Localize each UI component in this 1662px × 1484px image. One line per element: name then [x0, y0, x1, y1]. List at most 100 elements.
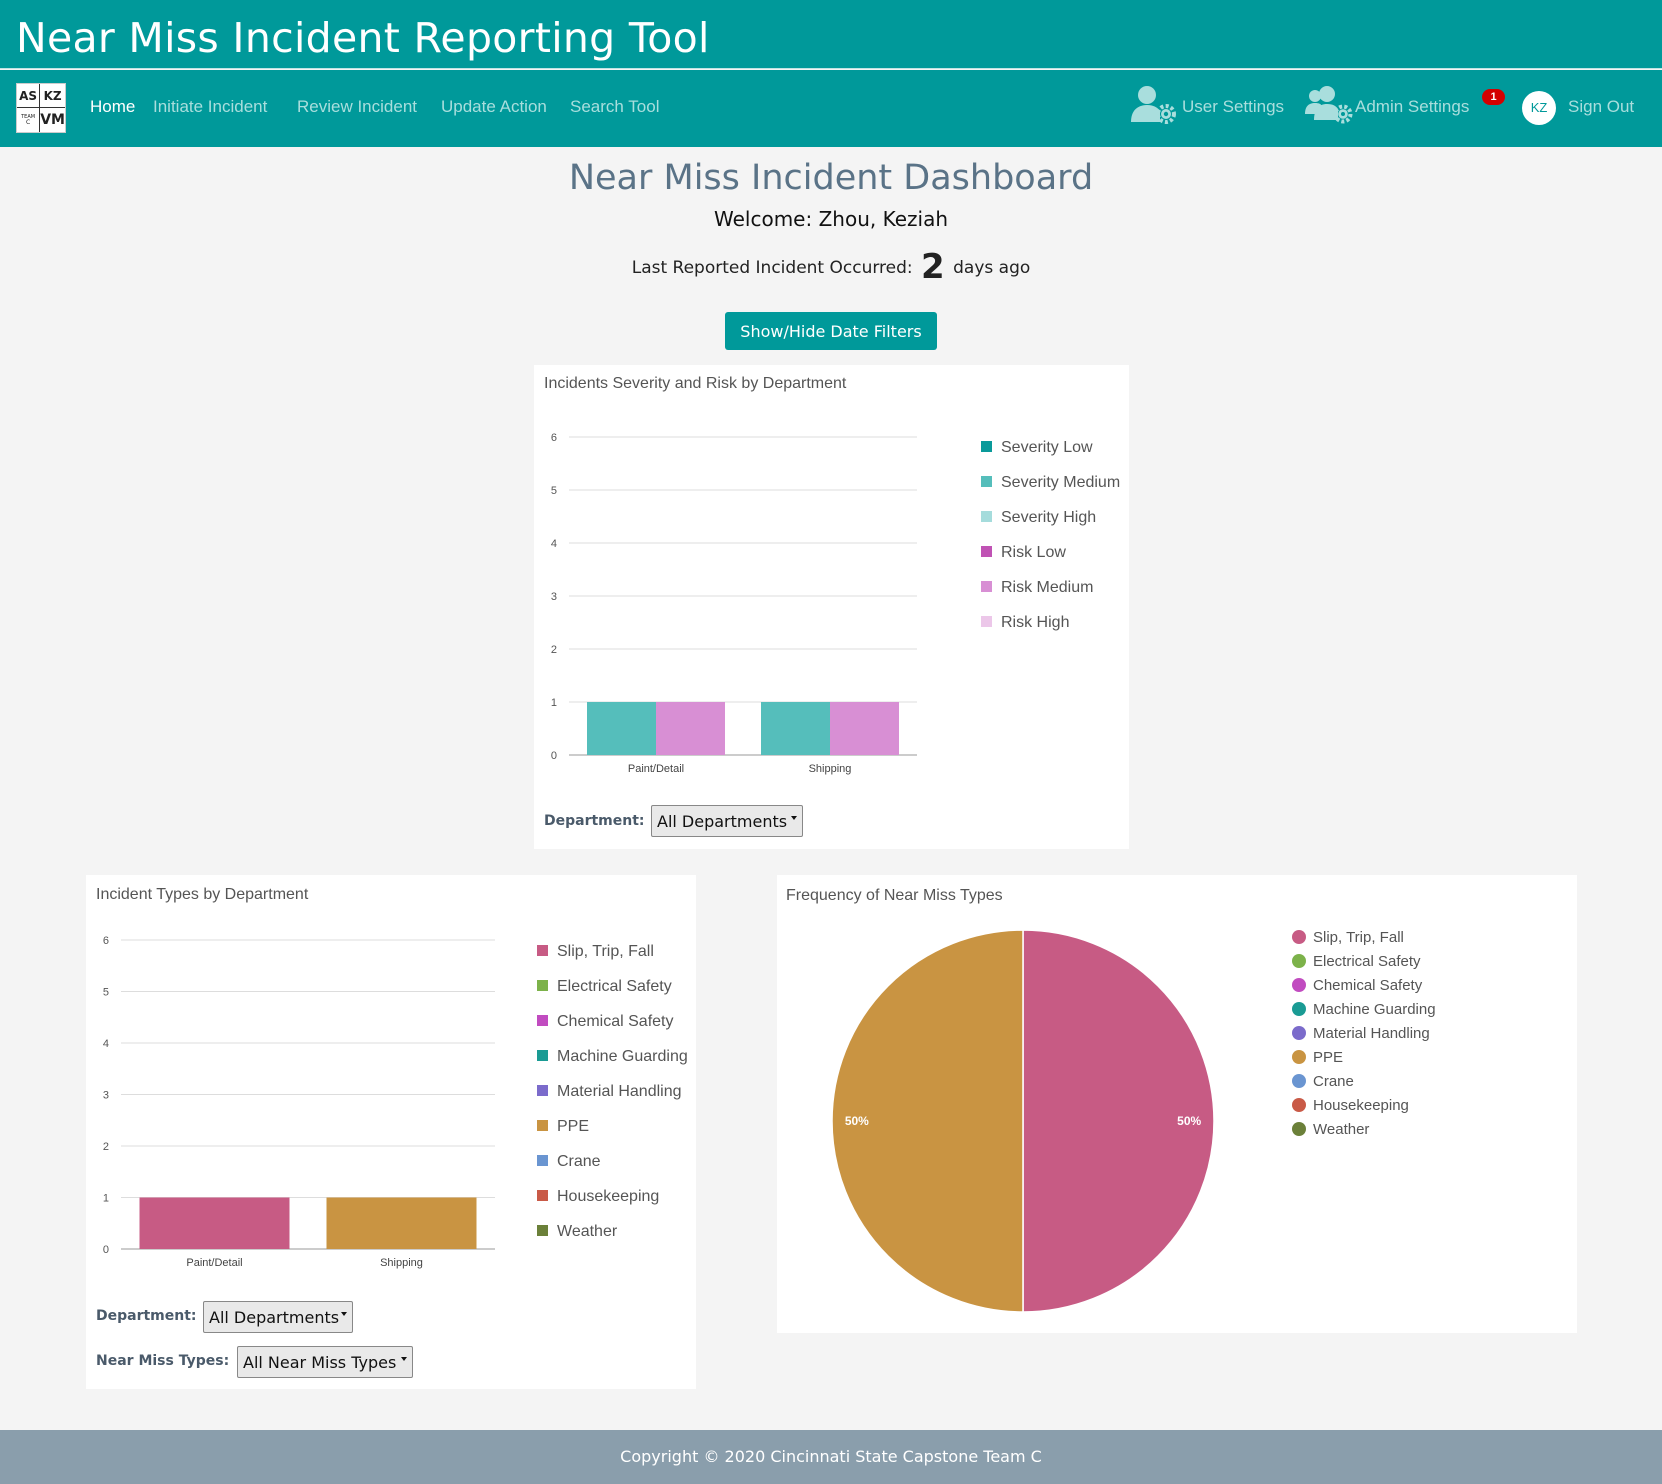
x-tick-label: Paint/Detail	[628, 763, 684, 775]
legend-label: Housekeeping	[1313, 1097, 1409, 1114]
app-title: Near Miss Incident Reporting Tool	[16, 14, 710, 62]
legend-swatch	[981, 476, 992, 487]
legend-label: Crane	[557, 1153, 601, 1170]
x-tick-label: Shipping	[809, 763, 852, 775]
legend-swatch	[981, 546, 992, 557]
nav-search-tool[interactable]: Search Tool	[570, 97, 659, 117]
department-select[interactable]: All Departments	[203, 1301, 353, 1333]
legend-swatch	[1292, 930, 1306, 944]
logo-cell-kz: KZ	[40, 84, 65, 108]
legend-label: Electrical Safety	[557, 978, 672, 995]
last-incident-days: 2	[921, 247, 945, 287]
near-miss-frequency-pie: 50% 50% Slip, Trip, Fall Electrical Safety C…	[831, 929, 1436, 1313]
y-tick-label: 2	[103, 1141, 109, 1153]
legend-swatch	[537, 980, 548, 991]
legend-label: Risk Medium	[1001, 579, 1093, 596]
department-select[interactable]: All Departments	[651, 805, 803, 837]
legend-label: Severity High	[1001, 509, 1096, 526]
nav-initiate-incident[interactable]: Initiate Incident	[153, 97, 267, 117]
navbar: AS KZ TEAM C VM Home Initiate Incident R…	[0, 70, 1662, 147]
legend-label: Machine Guarding	[1313, 1001, 1436, 1018]
logo-cell-team: TEAM C	[17, 108, 41, 132]
legend-label: Crane	[1313, 1073, 1354, 1090]
department-filter-label: Department:	[544, 813, 645, 829]
y-tick-label: 1	[103, 1193, 109, 1205]
nav-review-incident[interactable]: Review Incident	[297, 97, 417, 117]
legend-label: PPE	[1313, 1049, 1343, 1066]
x-tick-label: Paint/Detail	[186, 1257, 242, 1269]
y-tick-label: 3	[103, 1090, 109, 1102]
user-settings-link[interactable]: User Settings	[1182, 97, 1284, 117]
legend-swatch	[537, 1015, 548, 1026]
welcome-message: Welcome: Zhou, Keziah	[714, 207, 948, 231]
legend-swatch	[981, 441, 992, 452]
admin-notification-badge: 1	[1482, 89, 1505, 105]
severity-risk-card: Incidents Severity and Risk by Departmen…	[534, 365, 1129, 849]
legend-swatch	[1292, 1122, 1306, 1136]
y-tick-label: 0	[103, 1244, 109, 1256]
team-logo[interactable]: AS KZ TEAM C VM	[16, 83, 66, 133]
bar	[830, 702, 899, 755]
department-filter-label: Department:	[96, 1308, 197, 1324]
y-tick-label: 4	[551, 538, 557, 550]
user-settings-icon[interactable]	[1130, 84, 1178, 124]
legend-swatch	[1292, 954, 1306, 968]
legend-swatch	[981, 581, 992, 592]
last-incident-prefix: Last Reported Incident Occurred:	[631, 258, 913, 278]
legend-swatch	[1292, 1026, 1306, 1040]
last-incident-summary: Last Reported Incident Occurred: 2 days …	[0, 247, 1662, 287]
toggle-date-filters-button[interactable]: Show/Hide Date Filters	[725, 312, 937, 350]
legend-swatch	[981, 616, 992, 627]
legend-label: Housekeeping	[557, 1188, 659, 1205]
incident-types-card: Incident Types by Department 0 1 2 3 4 5 6 Pain…	[86, 875, 696, 1389]
logo-cell-vm: VM	[40, 112, 65, 128]
legend-label: Material Handling	[1313, 1025, 1430, 1042]
admin-settings-link[interactable]: Admin Settings	[1355, 97, 1469, 117]
near-miss-types-select[interactable]: All Near Miss Types	[237, 1346, 413, 1378]
legend-swatch	[1292, 1074, 1306, 1088]
legend-label: Material Handling	[557, 1083, 682, 1100]
admin-settings-icon[interactable]	[1305, 84, 1353, 124]
pie-slice-label: 50%	[1177, 1114, 1201, 1128]
legend-swatch	[981, 511, 992, 522]
bar	[656, 702, 725, 755]
legend-label: Electrical Safety	[1313, 953, 1421, 970]
legend-swatch	[1292, 1050, 1306, 1064]
near-miss-types-filter-label: Near Miss Types:	[96, 1353, 230, 1369]
y-tick-label: 5	[103, 987, 109, 999]
y-tick-label: 1	[551, 697, 557, 709]
legend-swatch	[537, 1050, 548, 1061]
incident-types-chart: 0 1 2 3 4 5 6 Paint/Detail Shipping Slip, Trip, F…	[103, 935, 688, 1269]
y-tick-label: 4	[103, 1038, 109, 1050]
legend-swatch	[537, 1225, 548, 1236]
y-tick-label: 3	[551, 591, 557, 603]
page-title: Near Miss Incident Dashboard	[568, 158, 1094, 198]
y-tick-label: 6	[551, 432, 557, 444]
legend-label: Slip, Trip, Fall	[1313, 929, 1404, 946]
avatar[interactable]: KZ	[1522, 91, 1556, 125]
y-tick-label: 2	[551, 644, 557, 656]
legend-label: Risk High	[1001, 614, 1069, 631]
logo-team-letter: C	[26, 118, 31, 126]
pie-slice-label: 50%	[845, 1114, 869, 1128]
legend-label: Risk Low	[1001, 544, 1066, 561]
x-tick-label: Shipping	[380, 1257, 423, 1269]
bar	[587, 702, 656, 755]
legend-label: Weather	[557, 1223, 618, 1240]
legend-label: Weather	[1313, 1121, 1369, 1138]
legend-swatch	[1292, 978, 1306, 992]
severity-risk-chart: 0 1 2 3 4 5 6 Paint/Detail Shipping Severity Low S…	[551, 432, 1120, 775]
legend-label: Severity Low	[1001, 439, 1093, 456]
legend-label: Machine Guarding	[557, 1048, 688, 1065]
footer: Copyright © 2020 Cincinnati State Capsto…	[0, 1430, 1662, 1484]
nav-home[interactable]: Home	[90, 97, 135, 117]
bar	[139, 1197, 290, 1249]
legend-label: Chemical Safety	[1313, 977, 1423, 994]
sign-out-link[interactable]: Sign Out	[1568, 97, 1634, 117]
logo-cell-as: AS	[17, 84, 41, 108]
nav-update-action[interactable]: Update Action	[441, 97, 547, 117]
legend-label: Slip, Trip, Fall	[557, 943, 654, 960]
y-tick-label: 6	[103, 935, 109, 947]
legend-swatch	[537, 945, 548, 956]
legend-swatch	[1292, 1098, 1306, 1112]
